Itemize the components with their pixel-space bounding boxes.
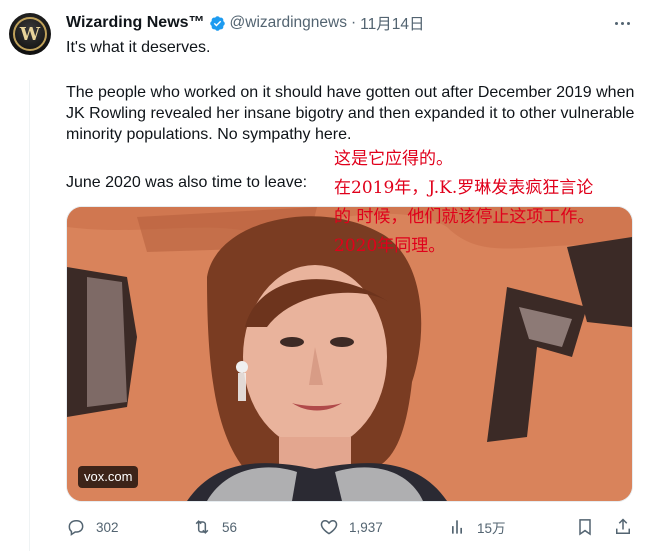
like-icon — [320, 519, 338, 535]
avatar[interactable]: W — [9, 13, 51, 55]
like-button[interactable]: 1,937 — [319, 514, 383, 540]
media-source-label: vox.com — [78, 466, 139, 488]
bookmark-button[interactable] — [575, 514, 605, 540]
tweet-actions: 302 56 1,937 15万 — [66, 514, 631, 540]
retweet-icon — [195, 520, 209, 534]
verified-badge-icon — [209, 15, 225, 31]
avatar-crest: W — [13, 17, 47, 51]
overlay-line2: 在2019年，J.K.罗琳发表疯狂言论 — [334, 178, 594, 198]
reply-icon — [68, 520, 84, 536]
tweet-text-paragraph2: The people who worked on it should have … — [66, 84, 635, 143]
tweet-text-line3: June 2020 was also time to leave: — [66, 174, 308, 191]
reply-count: 302 — [96, 519, 119, 535]
share-button[interactable] — [613, 514, 643, 540]
tweet-header: Wizarding News™ @wizardingnews · 11月14日 — [66, 12, 424, 34]
thread-line — [29, 80, 30, 551]
author-name[interactable]: Wizarding News™ — [66, 14, 205, 32]
retweet-count: 56 — [222, 519, 238, 535]
author-handle[interactable]: @wizardingnews — [230, 14, 347, 32]
reply-button[interactable]: 302 — [66, 514, 119, 540]
overlay-line4: 2020年同理。 — [334, 236, 446, 256]
share-icon — [616, 518, 630, 534]
views-icon — [452, 520, 462, 534]
views-button[interactable]: 15万 — [447, 514, 506, 540]
tweet-date[interactable]: 11月14日 — [360, 12, 424, 34]
bookmark-icon — [579, 519, 591, 536]
like-count: 1,937 — [349, 519, 383, 535]
header-separator: · — [350, 14, 357, 31]
views-count: 15万 — [477, 521, 506, 536]
overlay-line1: 这是它应得的。 — [334, 149, 453, 169]
more-icon[interactable] — [610, 12, 634, 34]
retweet-button[interactable]: 56 — [192, 514, 237, 540]
tweet-text-line1: It's what it deserves. — [66, 39, 211, 56]
overlay-line3: 的 时候，他们就该停止这项工作。 — [334, 207, 595, 227]
